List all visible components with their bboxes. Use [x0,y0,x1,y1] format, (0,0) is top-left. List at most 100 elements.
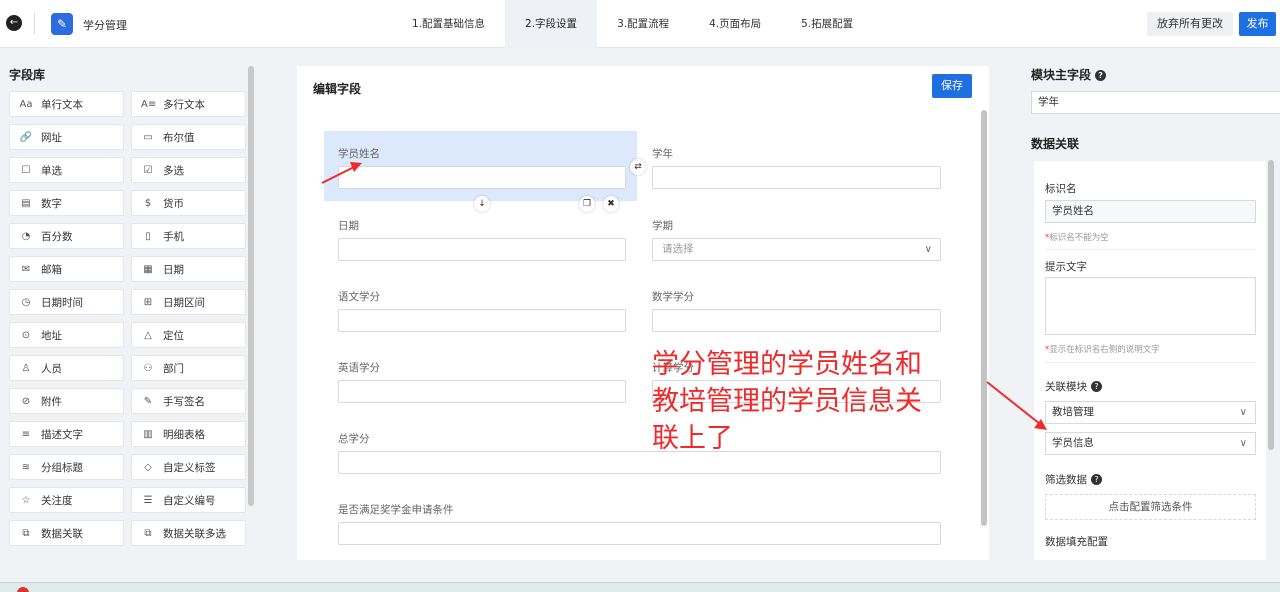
related-module-select[interactable]: 教培管理 ∨ [1045,401,1256,424]
field-library-item[interactable]: ⧉ 数据关联多选 [131,520,246,546]
field-library-item[interactable]: ≋ 分组标题 [9,454,124,480]
field-type-icon: A≡ [141,98,157,110]
main-field-select[interactable]: 学年 ∨ [1031,91,1280,114]
school-year-input[interactable] [652,166,941,189]
label-name-hint: *标识名不能为空 [1045,233,1109,243]
help-icon[interactable]: ? [1095,70,1107,81]
field-type-label: 单行文本 [41,98,83,111]
field-library-item[interactable]: ♙ 人员 [9,355,124,381]
field-library-item[interactable]: ⊞ 日期区间 [131,289,246,315]
field-type-label: 多选 [163,164,184,177]
tab-flow-config[interactable]: 3.配置流程 [597,0,689,48]
field-library-item[interactable]: 🔗 网址 [9,124,124,150]
annotation-text: 学分管理的学员姓名和 教培管理的学员信息关 联上了 [652,346,992,457]
copy-icon[interactable]: ❐ [579,196,595,212]
publish-button[interactable]: 发布 [1239,12,1276,36]
swap-icon[interactable]: ⇄ [630,159,646,175]
field-library-item[interactable]: ✎ 手写签名 [131,388,246,414]
field-library-item[interactable]: ◇ 自定义标签 [131,454,246,480]
english-credit-label: 英语学分 [338,362,380,374]
annotation-line: 学分管理的学员姓名和 [652,349,922,380]
semester-label: 学期 [652,220,673,232]
field-editor-panel: 编辑字段 保存 学员姓名 ⇄ ↓ ❐ ✖ 学年 日期 学期 请选择 ∨ 语文学分… [297,66,989,560]
field-type-icon: ☰ [143,494,153,506]
field-type-label: 布尔值 [163,131,195,144]
tab-field-settings[interactable]: 2.字段设置 [505,0,598,48]
separator [1045,362,1256,363]
delete-icon[interactable]: ✖ [603,196,619,212]
field-type-label: 网址 [41,131,62,144]
date-input[interactable] [338,238,626,261]
app-form-icon: ✎ [51,13,73,35]
field-type-label: 单选 [41,164,62,177]
field-library-item[interactable]: ▥ 明细表格 [131,421,246,447]
tip-text-textarea[interactable] [1045,277,1256,335]
field-library-item[interactable]: $ 货币 [131,190,246,216]
field-library-item[interactable]: ☰ 自定义编号 [131,487,246,513]
discard-changes-button[interactable]: 放弃所有更改 [1147,12,1233,36]
help-icon[interactable]: ? [1091,474,1102,485]
field-type-icon: ▥ [143,428,153,440]
field-type-label: 日期区间 [163,296,205,309]
field-type-icon: ⧉ [22,527,30,539]
field-library-item[interactable]: ▦ 日期 [131,256,246,282]
field-library-item[interactable]: ▯ 手机 [131,223,246,249]
scholarship-input[interactable] [338,522,941,545]
tab-page-layout[interactable]: 4.页面布局 [689,0,781,48]
field-library-item[interactable]: ✉ 邮箱 [9,256,124,282]
field-library-item[interactable]: ▤ 数字 [9,190,124,216]
field-library-item[interactable]: A≡ 多行文本 [131,91,246,117]
field-library-item[interactable]: ▭ 布尔值 [131,124,246,150]
math-credit-input[interactable] [652,309,941,332]
related-module-label: 关联模块? [1045,379,1102,394]
editor-scrollbar[interactable] [981,110,987,526]
field-type-icon: $ [144,197,152,209]
field-type-label: 附件 [41,395,62,408]
field-library-item[interactable]: △ 定位 [131,322,246,348]
field-library-item[interactable]: ⊘ 附件 [9,388,124,414]
chevron-down-icon: ∨ [1239,407,1247,418]
field-library-panel: 字段库 Aa 单行文本 A≡ 多行文本 🔗 网址 ▭ 布尔值 ☐ 单选 ☑ 多选 ▤ 数字 $ 货币 ◔ 百分数 ▯… [0,48,257,560]
chinese-credit-label: 语文学分 [338,291,380,303]
chinese-credit-input[interactable] [338,309,626,332]
field-library-item[interactable]: ⊙ 地址 [9,322,124,348]
field-library-item[interactable]: ◷ 日期时间 [9,289,124,315]
tab-extension-config[interactable]: 5.拓展配置 [781,0,873,48]
field-library-item[interactable]: ⧉ 数据关联 [9,520,124,546]
save-button[interactable]: 保存 [932,74,972,98]
field-library-item[interactable]: ☑ 多选 [131,157,246,183]
related-form-select[interactable]: 学员信息 ∨ [1045,432,1256,455]
field-library-item[interactable]: ≡ 描述文字 [9,421,124,447]
student-name-input[interactable] [338,166,626,189]
field-library-item[interactable]: ☆ 关注度 [9,487,124,513]
field-type-icon: ☑ [143,164,153,176]
tip-text-label: 提示文字 [1045,261,1087,273]
field-library-item[interactable]: ☐ 单选 [9,157,124,183]
field-library-item[interactable]: Aa 单行文本 [9,91,124,117]
field-type-label: 描述文字 [41,428,83,441]
field-library-item[interactable]: ◔ 百分数 [9,223,124,249]
field-type-icon: ⊙ [21,329,31,341]
english-credit-input[interactable] [338,380,626,403]
field-type-label: 邮箱 [41,263,62,276]
student-name-label: 学员姓名 [338,148,380,160]
config-panel-scrollbar[interactable] [1268,160,1274,450]
field-library-item[interactable]: ⚇ 部门 [131,355,246,381]
move-down-icon[interactable]: ↓ [474,196,490,212]
field-type-icon: 🔗 [19,131,33,143]
field-type-label: 自定义编号 [163,494,216,507]
divider [34,12,35,34]
field-type-label: 手机 [163,230,184,243]
configure-filter-button[interactable]: 点击配置筛选条件 [1045,494,1256,520]
annotation-line: 联上了 [652,423,733,454]
semester-select[interactable]: 请选择 ∨ [652,238,941,261]
field-type-icon: ▯ [145,230,151,242]
field-type-icon: ♙ [21,362,31,374]
label-name-input[interactable]: 学员姓名 [1045,200,1256,223]
help-icon[interactable]: ? [1091,381,1102,392]
annotation-line: 教培管理的学员信息关 [652,386,922,417]
back-arrow-icon[interactable]: ← [6,15,22,31]
field-library-scrollbar[interactable] [248,66,254,506]
tab-basic-info[interactable]: 1.配置基础信息 [392,0,505,48]
filter-data-label: 筛选数据? [1045,472,1102,487]
